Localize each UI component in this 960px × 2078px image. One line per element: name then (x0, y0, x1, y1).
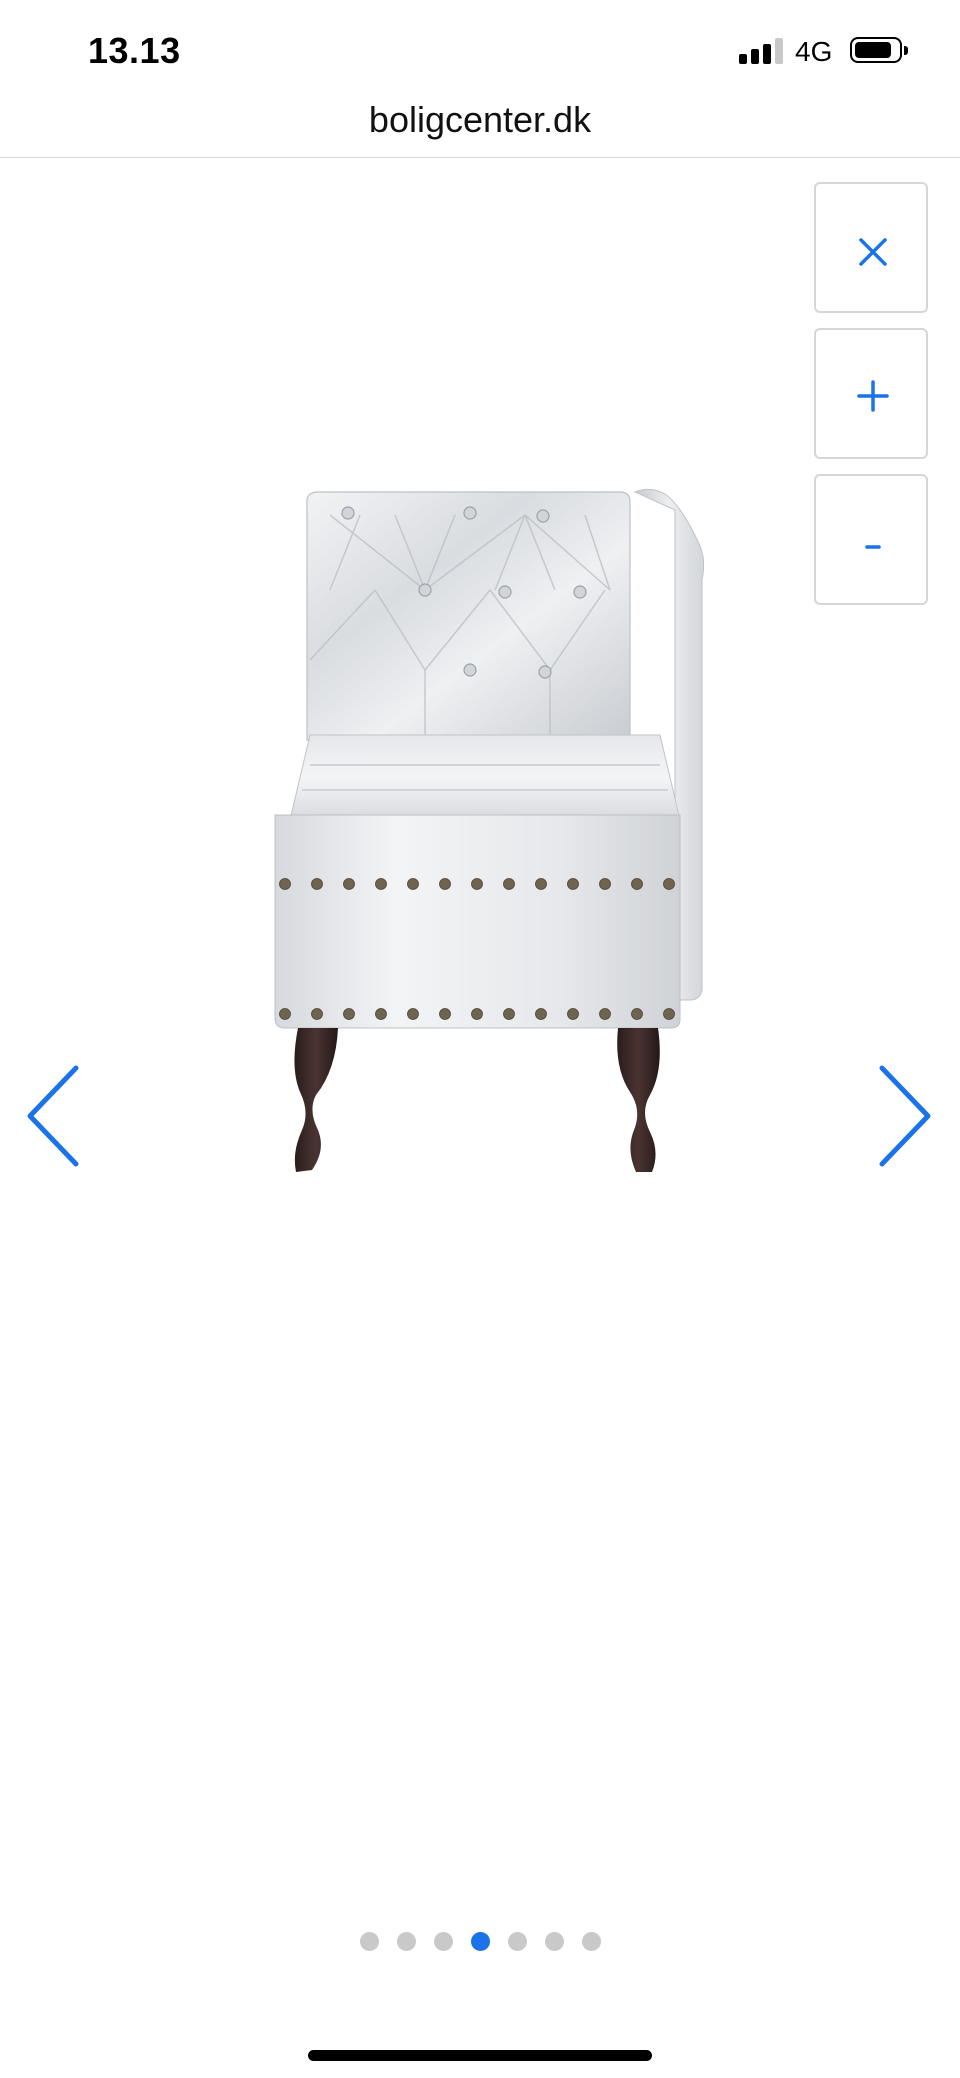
battery-cap (904, 46, 908, 55)
signal-icon (739, 38, 783, 64)
pagination-dot[interactable] (396, 1932, 416, 1951)
pagination-dot[interactable] (433, 1932, 453, 1951)
chevron-right-icon (879, 1065, 931, 1167)
battery-icon (850, 37, 902, 63)
plus-icon (857, 380, 889, 412)
pagination-dot[interactable] (507, 1932, 527, 1951)
status-bar: 13.13 4G (0, 0, 960, 100)
pagination-dot[interactable] (581, 1932, 601, 1951)
home-indicator[interactable] (308, 2050, 652, 2061)
gallery-pagination (0, 1932, 960, 1954)
status-time: 13.13 (88, 30, 181, 71)
pagination-dot[interactable] (359, 1932, 379, 1951)
minus-icon (865, 545, 881, 549)
chaise-longue-icon (274, 488, 705, 1172)
network-type: 4G (795, 36, 833, 67)
next-image-button[interactable] (872, 1060, 942, 1170)
product-image (250, 480, 730, 1200)
pagination-dot[interactable] (544, 1932, 564, 1951)
url-text[interactable]: boligcenter.dk (0, 99, 960, 141)
pagination-dot-active[interactable] (470, 1932, 490, 1951)
zoom-in-button[interactable] (814, 328, 928, 459)
chevron-left-icon (27, 1065, 79, 1167)
previous-image-button[interactable] (22, 1060, 92, 1170)
close-button[interactable] (814, 182, 928, 313)
zoom-out-button[interactable] (814, 474, 928, 605)
close-icon (859, 238, 887, 266)
url-bar[interactable]: boligcenter.dk (0, 95, 960, 158)
